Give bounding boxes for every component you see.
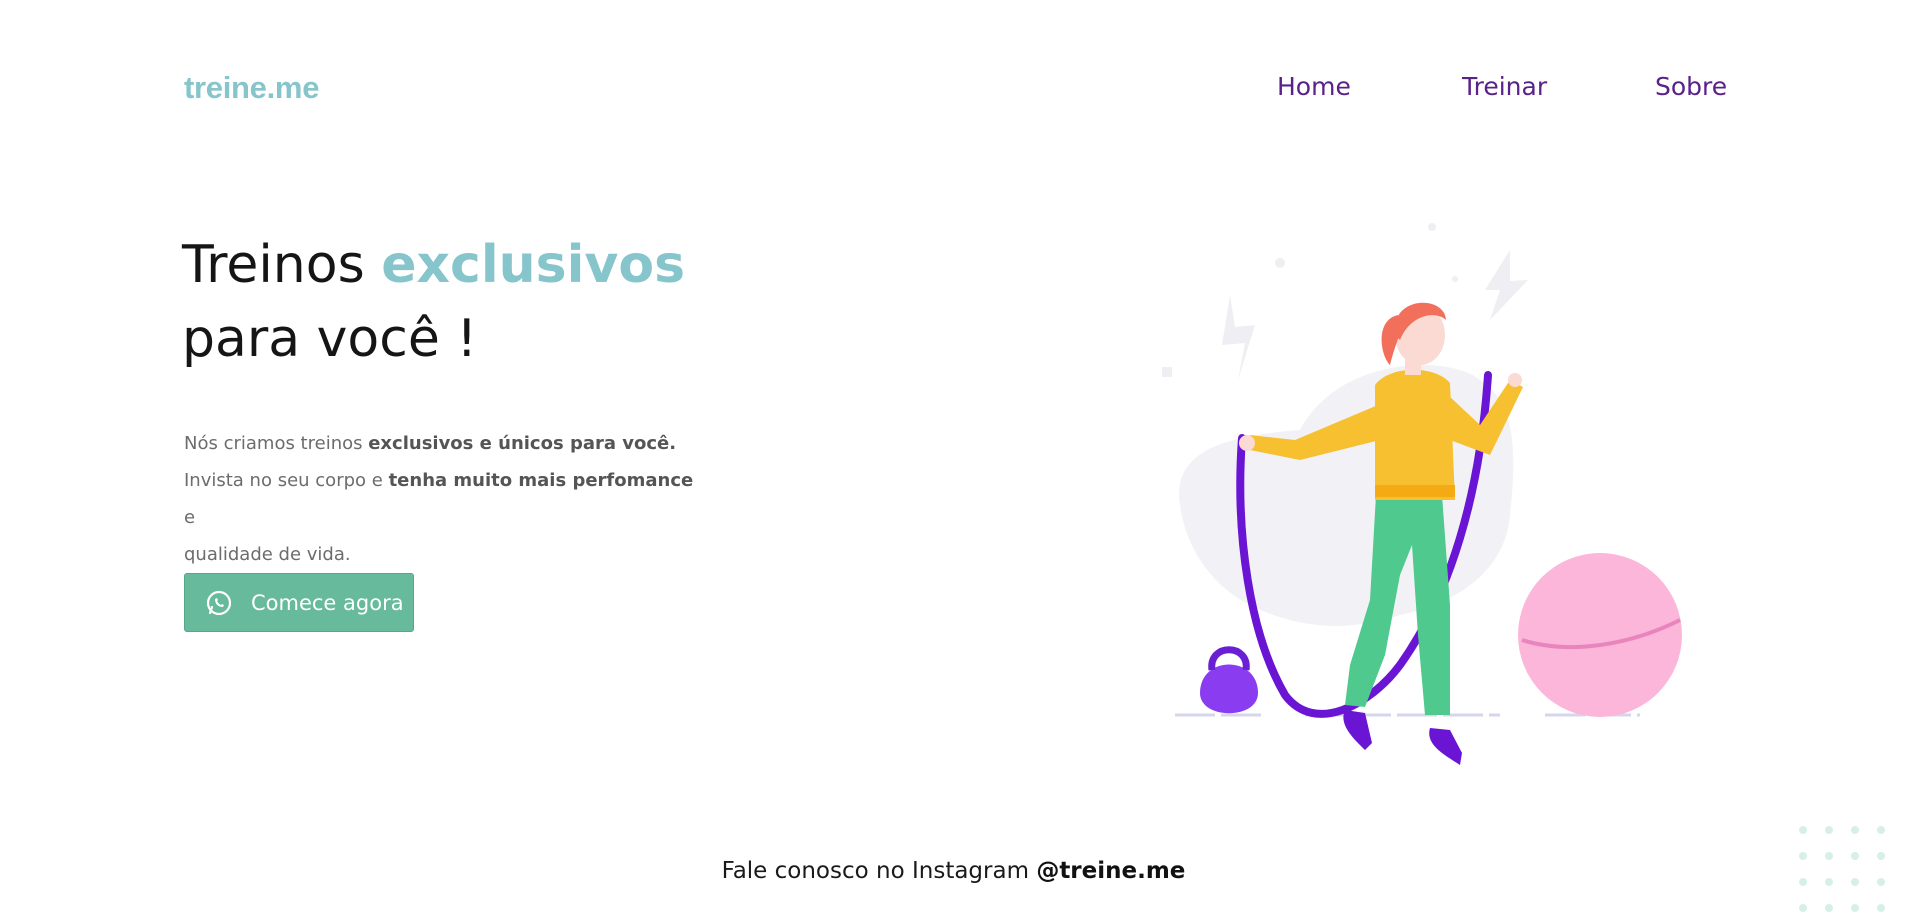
hero-title: Treinos exclusivos para você ! <box>182 228 685 376</box>
desc-line2-bold: tenha muito mais perfomance <box>388 470 694 491</box>
instagram-handle[interactable]: @treine.me <box>1036 858 1185 884</box>
start-now-button[interactable]: Comece agora <box>184 573 414 632</box>
nav-treinar[interactable]: Treinar <box>1462 72 1547 101</box>
nav-sobre[interactable]: Sobre <box>1655 72 1727 101</box>
desc-line1-plain: Nós criamos treinos <box>184 433 369 454</box>
jump-rope-woman-illustration-icon <box>1150 215 1710 775</box>
hero-title-part1: Treinos <box>182 235 382 295</box>
whatsapp-icon <box>205 589 233 617</box>
desc-line1-bold: exclusivos e únicos para você. <box>368 433 677 454</box>
hero-description: Nós criamos treinos exclusivos e únicos … <box>184 425 704 573</box>
nav-home[interactable]: Home <box>1277 72 1351 101</box>
footer-text: Fale conosco no Instagram <box>721 858 1037 884</box>
start-now-label: Comece agora <box>251 590 404 615</box>
footer-contact: Fale conosco no Instagram @treine.me <box>0 858 1907 884</box>
hero-title-accent: exclusivos <box>381 235 686 295</box>
desc-line2-end: e <box>184 507 196 528</box>
hero-title-part2: para você ! <box>182 309 478 369</box>
desc-line3-plain: qualidade de vida. <box>184 544 351 565</box>
desc-line2-plain: Invista no seu corpo e <box>184 470 389 491</box>
main-nav: Home Treinar Sobre <box>0 72 1907 112</box>
decorative-dots-icon <box>1799 826 1885 912</box>
